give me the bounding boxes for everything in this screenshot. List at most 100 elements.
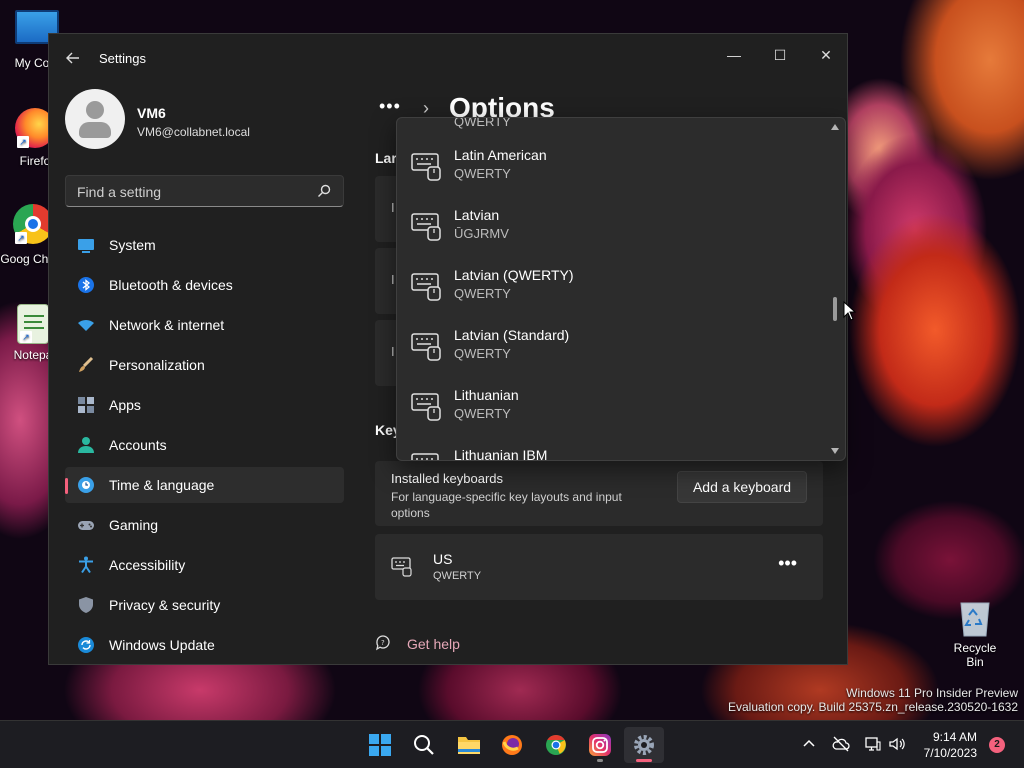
keyboard-icon xyxy=(411,453,439,460)
shield-icon xyxy=(79,597,93,613)
chevron-up-icon[interactable] xyxy=(800,735,818,753)
firefox-icon xyxy=(502,735,522,755)
person-icon xyxy=(78,437,94,453)
recycle-bin-icon xyxy=(960,602,990,637)
maximize-button[interactable]: ☐ xyxy=(757,40,803,70)
dropdown-item-latvian[interactable]: Latvian ŪGJRMV xyxy=(397,191,827,251)
start-button[interactable] xyxy=(360,727,400,763)
chrome-icon: ↗ xyxy=(13,204,53,244)
get-help-link[interactable]: Get help xyxy=(407,636,460,652)
clock-time: 9:14 AM xyxy=(932,730,977,744)
add-keyboard-button[interactable]: Add a keyboard xyxy=(677,471,807,503)
taskbar: 9:14 AM 7/10/2023 2 xyxy=(0,720,1024,768)
dropdown-item-latvian-qwerty[interactable]: Latvian (QWERTY) QWERTY xyxy=(397,251,827,311)
keyboard-icon xyxy=(411,393,441,421)
mouse-cursor-icon xyxy=(843,301,857,321)
scroll-up-arrow-icon[interactable] xyxy=(831,124,839,130)
bluetooth-icon xyxy=(78,277,94,293)
system-monitor-icon xyxy=(78,239,94,253)
sidebar-item-accessibility[interactable]: Accessibility xyxy=(65,547,344,583)
help-chat-icon: ? xyxy=(375,635,390,651)
dropdown-item-lithuanian-ibm[interactable]: Lithuanian IBM xyxy=(397,431,827,460)
chrome-icon xyxy=(546,734,566,755)
folder-icon xyxy=(458,737,480,754)
watermark-build: Evaluation copy. Build 25375.zn_release.… xyxy=(728,700,1018,714)
back-arrow-icon xyxy=(66,52,79,64)
keyboard-icon xyxy=(391,557,412,577)
sidebar-item-system[interactable]: System xyxy=(65,227,344,263)
sidebar-item-network[interactable]: Network & internet xyxy=(65,307,344,343)
shortcut-arrow-icon: ↗ xyxy=(15,232,27,244)
sidebar-item-apps[interactable]: Apps xyxy=(65,387,344,423)
minimize-button[interactable]: — xyxy=(711,40,757,70)
windows-watermark: Windows 11 Pro Insider Preview Evaluatio… xyxy=(728,686,1018,714)
close-button[interactable]: ✕ xyxy=(803,40,847,70)
taskbar-search-button[interactable] xyxy=(404,727,444,763)
sidebar-item-windows-update[interactable]: Windows Update xyxy=(65,627,344,663)
keyboard-layout: QWERTY xyxy=(433,570,482,582)
network-monitor-icon[interactable] xyxy=(864,735,882,753)
watermark-edition: Windows 11 Pro Insider Preview xyxy=(846,686,1018,700)
user-name: VM6 xyxy=(137,105,166,121)
notepad-icon: ↗ xyxy=(17,304,49,344)
keyboard-row-us[interactable]: US QWERTY ••• xyxy=(375,534,823,600)
taskbar-clock[interactable]: 9:14 AM 7/10/2023 xyxy=(924,729,977,761)
accessibility-icon xyxy=(79,556,93,574)
cloud-offline-icon[interactable] xyxy=(832,735,850,753)
taskbar-firefox[interactable] xyxy=(492,727,532,763)
sidebar-item-gaming[interactable]: Gaming xyxy=(65,507,344,543)
gamepad-icon xyxy=(78,521,94,530)
title-bar: Settings — ☐ ✕ xyxy=(49,34,847,82)
sidebar-item-personalization[interactable]: Personalization xyxy=(65,347,344,383)
gear-icon xyxy=(634,735,654,755)
search-icon xyxy=(318,184,331,197)
recycle-bin-label: Recycle Bin xyxy=(953,641,997,669)
search-placeholder: Find a setting xyxy=(77,184,162,200)
sidebar-nav: System Bluetooth & devices Network & int… xyxy=(65,227,344,664)
taskbar-settings[interactable] xyxy=(624,727,664,763)
dropdown-item-latvian-standard[interactable]: Latvian (Standard) QWERTY xyxy=(397,311,827,371)
keyboard-layout-dropdown[interactable]: QWERTY Latin American QWERTY Latvian ŪGJ… xyxy=(396,117,846,461)
taskbar-chrome[interactable] xyxy=(536,727,576,763)
row-label: I xyxy=(391,272,395,287)
keyboard-name: US xyxy=(433,551,453,567)
scroll-down-arrow-icon[interactable] xyxy=(831,448,839,454)
taskbar-instagram[interactable] xyxy=(580,727,620,763)
search-icon xyxy=(414,735,434,755)
installed-keyboards-title: Installed keyboards xyxy=(391,471,504,486)
sidebar-item-privacy[interactable]: Privacy & security xyxy=(65,587,344,623)
desktop-icon-recycle-bin[interactable]: Recycle Bin xyxy=(945,597,1005,669)
sidebar-item-time-language[interactable]: Time & language xyxy=(65,467,344,503)
keyboard-icon xyxy=(411,333,441,361)
dropdown-item-lithuanian[interactable]: Lithuanian QWERTY xyxy=(397,371,827,431)
dropdown-list: QWERTY Latin American QWERTY Latvian ŪGJ… xyxy=(397,118,827,460)
installed-keyboards-card: Installed keyboards For language-specifi… xyxy=(375,461,823,526)
dropdown-item[interactable]: QWERTY xyxy=(397,118,827,131)
volume-icon[interactable] xyxy=(888,735,906,753)
windows-logo-icon xyxy=(369,734,391,756)
svg-text:?: ? xyxy=(381,639,385,647)
window-title: Settings xyxy=(99,51,146,66)
sidebar-item-accounts[interactable]: Accounts xyxy=(65,427,344,463)
section-header-language: Lar xyxy=(375,150,397,166)
dropdown-item-latin-american[interactable]: Latin American QWERTY xyxy=(397,131,827,191)
row-label: I xyxy=(391,344,395,359)
avatar xyxy=(65,89,125,149)
update-sync-icon xyxy=(78,637,94,653)
more-options-button[interactable]: ••• xyxy=(778,553,797,574)
instagram-icon xyxy=(589,734,611,756)
scrollbar-thumb[interactable] xyxy=(833,297,837,321)
wifi-icon xyxy=(78,319,94,331)
paintbrush-icon xyxy=(79,356,94,372)
shortcut-arrow-icon: ↗ xyxy=(17,136,29,148)
shortcut-arrow-icon: ↗ xyxy=(20,331,32,343)
apps-grid-icon xyxy=(78,397,94,413)
globe-clock-icon xyxy=(78,477,94,493)
sidebar-item-bluetooth[interactable]: Bluetooth & devices xyxy=(65,267,344,303)
search-input[interactable]: Find a setting xyxy=(65,175,344,207)
keyboard-icon xyxy=(411,273,441,301)
back-button[interactable] xyxy=(63,48,83,68)
notification-badge[interactable]: 2 xyxy=(989,737,1005,753)
taskbar-file-explorer[interactable] xyxy=(448,727,488,763)
breadcrumb-more-button[interactable]: ••• xyxy=(379,96,401,117)
